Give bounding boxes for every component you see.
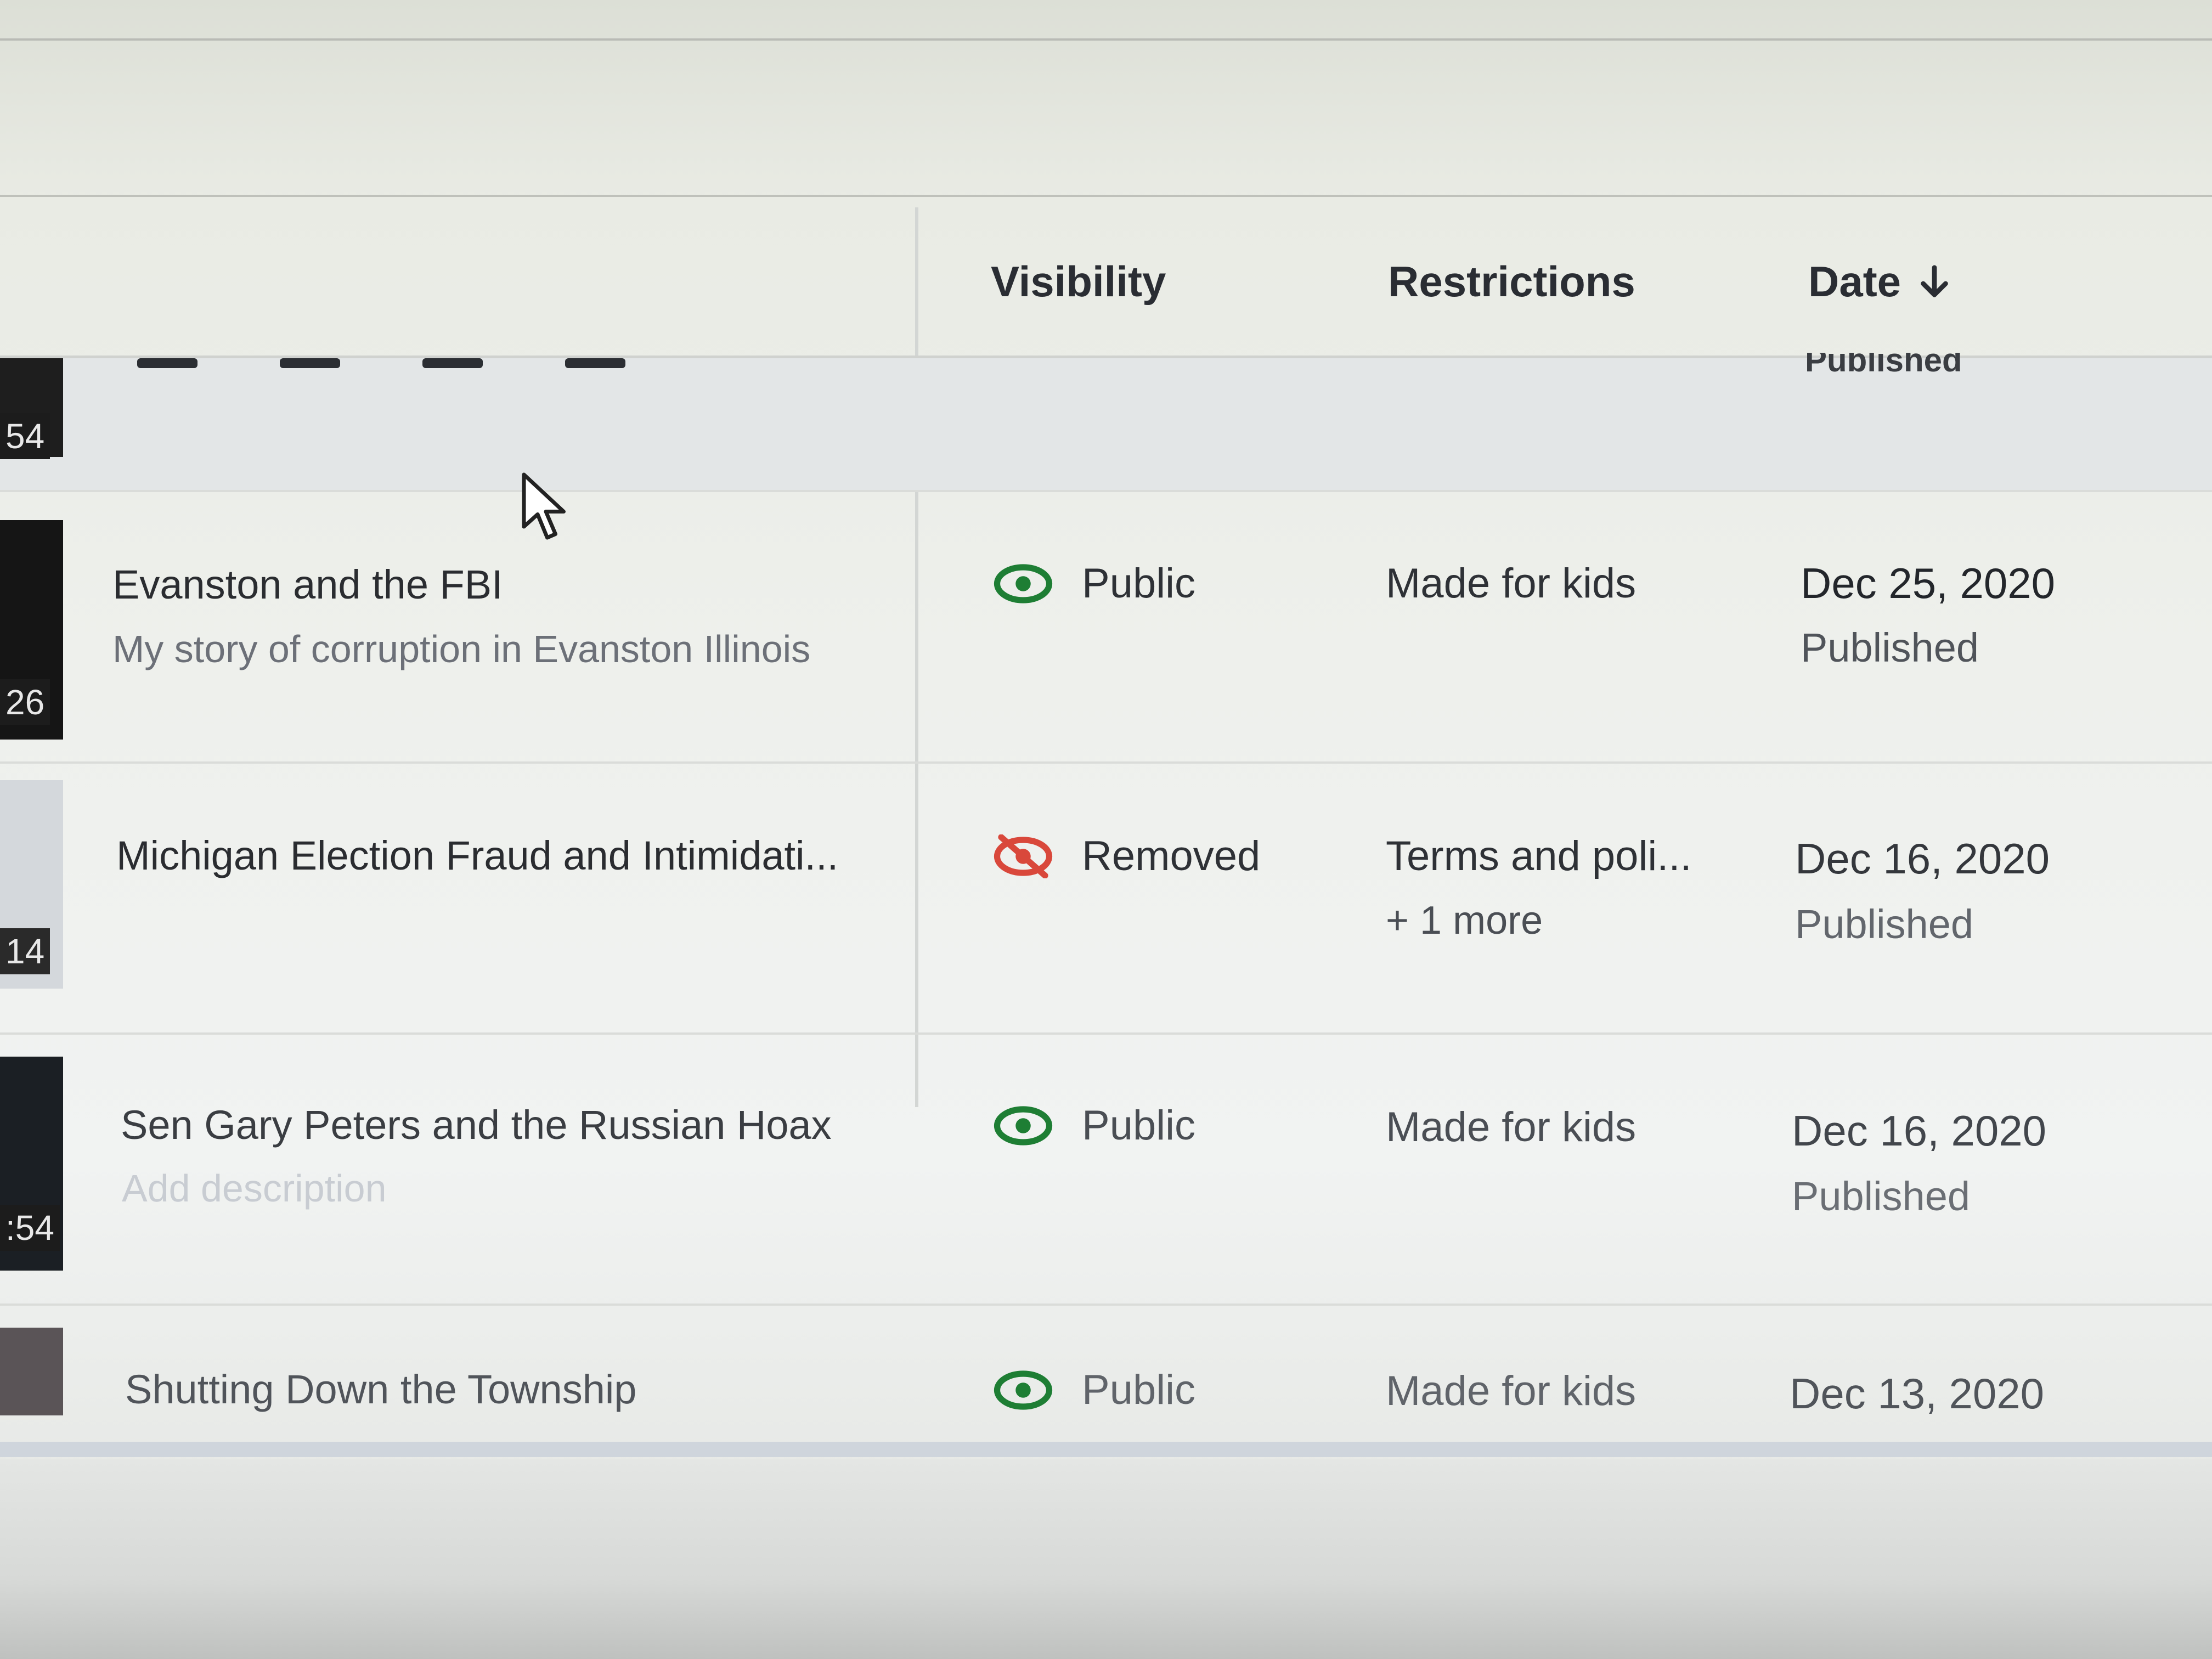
eye-off-icon: [994, 834, 1053, 878]
header-visibility[interactable]: Visibility: [991, 257, 1166, 307]
restrictions-label[interactable]: Terms and poli...: [1386, 832, 1692, 880]
visibility-cell[interactable]: Public: [993, 1102, 1195, 1149]
header-date-label: Date: [1808, 257, 1901, 306]
video-title[interactable]: Shutting Down the Township: [125, 1366, 636, 1413]
table-row[interactable]: 14 Michigan Election Fraud and Intimidat…: [0, 764, 2212, 1035]
restrictions-label: Made for kids: [1386, 1368, 1637, 1414]
edit-icon[interactable]: [137, 358, 198, 368]
visibility-label: Public: [1082, 1367, 1195, 1413]
header-restrictions[interactable]: Restrictions: [1388, 257, 1635, 307]
eye-icon: [994, 1105, 1053, 1146]
date-status: Published: [1795, 901, 1974, 947]
mouse-cursor-icon: [522, 472, 566, 540]
sort-arrow-down-icon[interactable]: [1915, 263, 1954, 301]
comments-icon[interactable]: [422, 358, 483, 368]
eye-icon: [994, 563, 1053, 603]
date-value: Dec 16, 2020: [1792, 1107, 2047, 1155]
video-description: My story of corruption in Evanston Illin…: [112, 628, 811, 670]
page-divider-top: [0, 38, 2212, 41]
video-duration: 14: [0, 928, 50, 974]
page-footer-area: [0, 1459, 2212, 1659]
header-date[interactable]: Date: [1808, 257, 1954, 307]
video-duration: 26: [0, 679, 50, 725]
visibility-label: Public: [1082, 1102, 1195, 1149]
visibility-label: Removed: [1082, 833, 1261, 879]
date-status: Published: [1792, 1173, 1971, 1219]
video-duration: :54: [0, 1205, 60, 1251]
youtube-icon[interactable]: [565, 358, 625, 368]
content-table: Visibility Restrictions Date 54 Publishe…: [0, 207, 2212, 1457]
visibility-cell[interactable]: Removed: [993, 832, 1260, 880]
visibility-label: Public: [1082, 560, 1195, 607]
table-header: Visibility Restrictions Date: [0, 207, 2212, 358]
visibility-cell[interactable]: Public: [993, 560, 1195, 607]
video-title[interactable]: Sen Gary Peters and the Russian Hoax: [121, 1102, 832, 1148]
video-thumbnail[interactable]: [0, 1328, 63, 1415]
video-title[interactable]: Evanston and the FBI: [112, 561, 503, 608]
date-status: Published: [1805, 353, 1962, 375]
visibility-cell[interactable]: Public: [993, 1366, 1195, 1414]
eye-icon: [994, 1370, 1053, 1410]
video-duration: 54: [0, 413, 50, 459]
video-title[interactable]: Michigan Election Fraud and Intimidati..…: [116, 832, 838, 879]
date-value: Dec 13, 2020: [1790, 1369, 2045, 1418]
restrictions-label: Made for kids: [1386, 560, 1637, 607]
table-row[interactable]: 54 Published: [0, 353, 2212, 492]
row-action-icons: [137, 358, 625, 368]
analytics-icon[interactable]: [280, 358, 340, 368]
add-description-placeholder[interactable]: Add description: [122, 1166, 387, 1210]
date-status: Published: [1801, 625, 1979, 670]
table-row[interactable]: :54 Sen Gary Peters and the Russian Hoax…: [0, 1035, 2212, 1306]
table-row[interactable]: 26 Evanston and the FBI My story of corr…: [0, 493, 2212, 764]
page-divider: [0, 195, 2212, 197]
restrictions-label: Made for kids: [1386, 1104, 1637, 1150]
restrictions-more[interactable]: + 1 more: [1386, 898, 1543, 943]
date-value: Dec 16, 2020: [1795, 834, 2050, 883]
date-value: Dec 25, 2020: [1801, 559, 2056, 607]
table-row[interactable]: Shutting Down the Township Public Made f…: [0, 1306, 2212, 1457]
